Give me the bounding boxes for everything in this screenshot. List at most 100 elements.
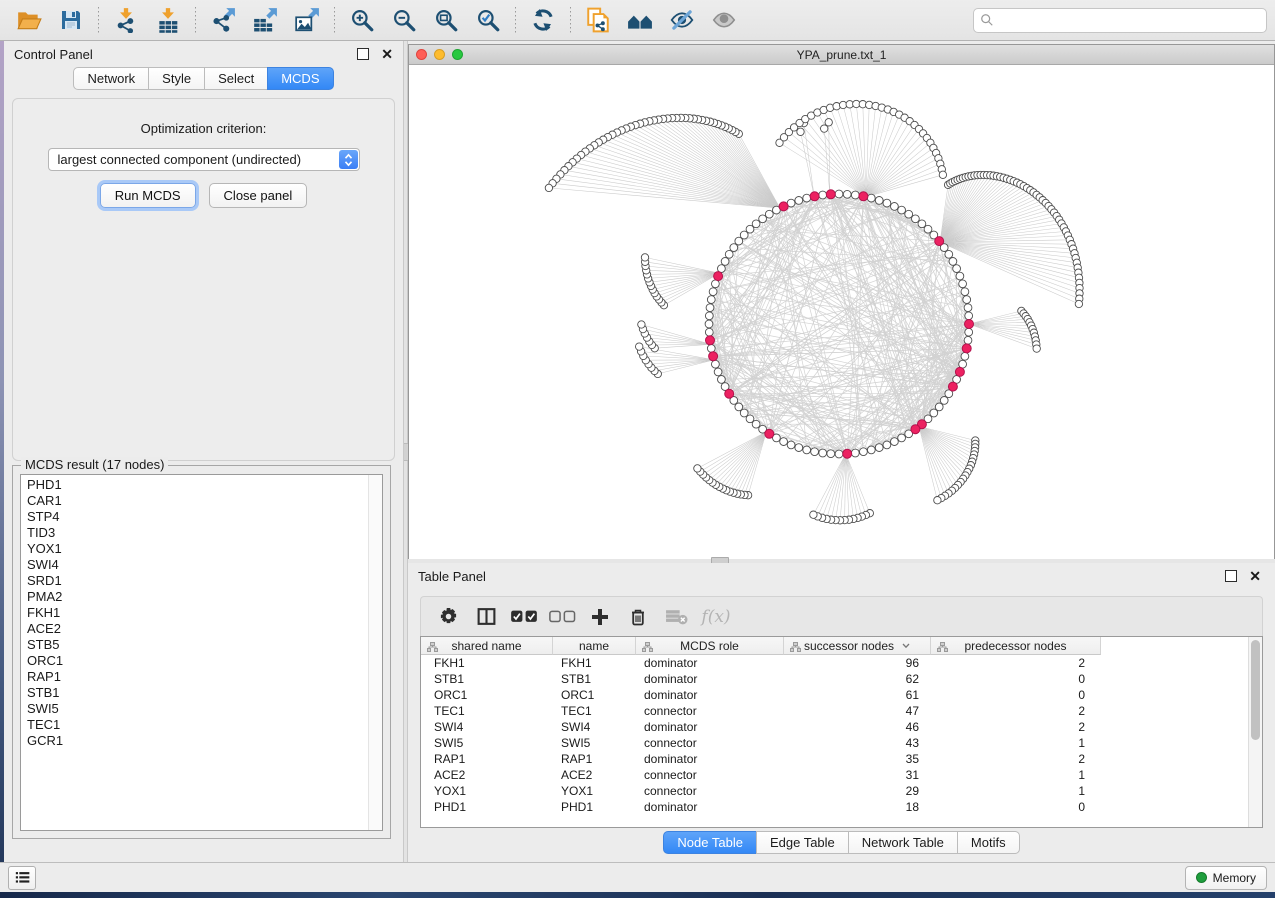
criterion-dropdown[interactable]: largest connected component (undirected) [48,148,360,171]
export-table-button[interactable] [246,4,284,36]
mcds-result-item[interactable]: RAP1 [21,669,369,685]
mcds-result-item[interactable]: ORC1 [21,653,369,669]
search-input[interactable] [994,12,1260,28]
mcds-node[interactable] [911,425,920,434]
network-node[interactable] [821,125,828,132]
mcds-result-item[interactable]: STB1 [21,685,369,701]
mcds-result-item[interactable]: SWI5 [21,701,369,717]
network-node[interactable] [898,206,906,214]
network-node[interactable] [795,197,803,205]
network-node[interactable] [961,352,969,360]
network-node[interactable] [1075,300,1082,307]
mcds-node[interactable] [955,367,964,376]
task-history-button[interactable] [8,866,36,890]
import-table-button[interactable] [149,4,187,36]
network-node[interactable] [964,304,972,312]
network-node[interactable] [867,446,875,454]
show-columns-button[interactable] [469,602,503,632]
mcds-result-item[interactable]: ACE2 [21,621,369,637]
network-node[interactable] [707,345,715,353]
network-node[interactable] [835,450,843,458]
table-row[interactable]: FKH1FKH1dominator962 [421,655,1262,671]
select-all-button[interactable] [507,602,541,632]
column-header-successor-nodes[interactable]: successor nodes [784,637,931,655]
table-row[interactable]: YOX1YOX1connector291 [421,783,1262,799]
network-node[interactable] [641,254,648,261]
zoom-selected-button[interactable] [469,4,507,36]
network-node[interactable] [851,191,859,199]
table-row[interactable]: PHD1PHD1dominator180 [421,799,1262,815]
tab-mcds[interactable]: MCDS [267,67,333,90]
tab-motifs[interactable]: Motifs [957,831,1020,854]
network-node[interactable] [718,376,726,384]
network-node[interactable] [636,343,643,350]
network-node[interactable] [934,497,941,504]
network-node[interactable] [965,328,973,336]
close-panel-icon[interactable]: ✕ [381,49,393,59]
open-file-button[interactable] [10,4,48,36]
network-node[interactable] [797,128,804,135]
mcds-result-item[interactable]: CAR1 [21,493,369,509]
tab-edge-table[interactable]: Edge Table [756,831,849,854]
network-node[interactable] [819,449,827,457]
float-panel-icon[interactable] [357,48,369,60]
mcds-node[interactable] [725,389,734,398]
network-node[interactable] [638,321,645,328]
run-mcds-button[interactable]: Run MCDS [100,183,196,208]
table-settings-button[interactable] [431,602,465,632]
network-node[interactable] [759,215,767,223]
mcds-result-item[interactable]: YOX1 [21,541,369,557]
mcds-node[interactable] [810,192,819,201]
table-row[interactable]: ACE2ACE2connector311 [421,767,1262,783]
mcds-node[interactable] [935,237,944,246]
zoom-fit-button[interactable] [427,4,465,36]
delete-column-button[interactable] [621,602,655,632]
network-node[interactable] [891,438,899,446]
mcds-result-item[interactable]: PHD1 [21,477,369,493]
network-node[interactable] [705,312,713,320]
mcds-node[interactable] [765,429,774,438]
clone-network-button[interactable] [579,4,617,36]
table-row[interactable]: RAP1RAP1dominator352 [421,751,1262,767]
network-node[interactable] [905,210,913,218]
network-node[interactable] [827,450,835,458]
mcds-list-scrollbar[interactable] [368,475,382,830]
float-panel-icon[interactable] [1225,570,1237,582]
mcds-result-item[interactable]: SWI4 [21,557,369,573]
network-node[interactable] [875,444,883,452]
network-node[interactable] [735,403,743,411]
network-node[interactable] [712,360,720,368]
network-node[interactable] [883,199,891,207]
network-node[interactable] [721,258,729,266]
network-node[interactable] [803,446,811,454]
network-node[interactable] [898,434,906,442]
network-node[interactable] [961,288,969,296]
zoom-out-button[interactable] [385,4,423,36]
network-node[interactable] [953,265,961,273]
network-node[interactable] [949,258,957,266]
network-node[interactable] [835,190,843,198]
deselect-all-button[interactable] [545,602,579,632]
export-network-button[interactable] [204,4,242,36]
network-node[interactable] [939,171,946,178]
mcds-node[interactable] [714,272,723,281]
network-node[interactable] [825,119,832,126]
search-field[interactable] [973,8,1267,33]
table-row[interactable]: TEC1TEC1connector472 [421,703,1262,719]
column-header-name[interactable]: name [553,637,636,655]
delete-table-button[interactable] [659,602,693,632]
mcds-result-item[interactable]: STP4 [21,509,369,525]
tab-style[interactable]: Style [148,67,205,90]
network-node[interactable] [956,272,964,280]
network-node[interactable] [963,296,971,304]
scrollbar-thumb[interactable] [1251,640,1260,740]
save-session-button[interactable] [52,4,90,36]
mcds-node[interactable] [859,192,868,201]
network-node[interactable] [725,250,733,258]
tab-node-table[interactable]: Node Table [663,831,757,854]
mcds-node[interactable] [843,449,852,458]
network-node[interactable] [706,304,714,312]
network-node[interactable] [707,296,715,304]
network-node[interactable] [940,397,948,405]
network-node[interactable] [810,511,817,518]
